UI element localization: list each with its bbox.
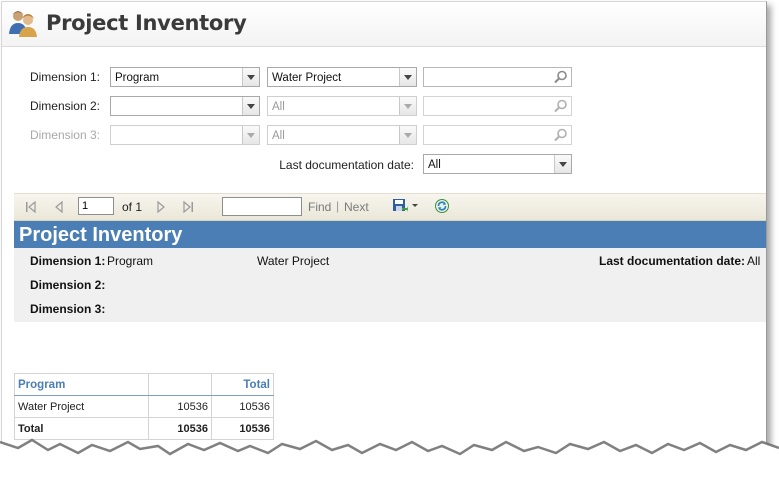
param-dimension1-sub-value: Water Project — [257, 254, 330, 268]
dimension2-label: Dimension 2: — [29, 99, 100, 113]
dimension3-lookup[interactable] — [423, 125, 572, 145]
table-cell: 10536 — [148, 395, 212, 418]
column-header-value — [148, 373, 212, 396]
export-save-icon[interactable] — [392, 198, 408, 214]
param-last-doc-date-value: All — [747, 254, 761, 268]
param-dimension2-label: Dimension 2: — [30, 278, 106, 292]
page-title: Project Inventory — [46, 11, 247, 35]
dimension2-select[interactable] — [110, 96, 260, 116]
last-doc-date-label: Last documentation date: — [279, 158, 414, 172]
dimension3-sub-select-value: All — [272, 130, 285, 142]
dimension3-sub-select[interactable]: All — [267, 125, 417, 145]
table-header-row: Program Total — [14, 373, 274, 396]
report-title-bar: Project Inventory — [14, 221, 766, 248]
find-link[interactable]: Find — [308, 200, 331, 214]
first-page-icon[interactable] — [24, 200, 38, 214]
param-dimension1-value: Program — [107, 254, 154, 268]
toolbar-separator: | — [336, 199, 340, 213]
table-cell: Water Project — [14, 395, 149, 418]
param-dimension1-label: Dimension 1: — [30, 254, 106, 268]
find-input[interactable] — [222, 197, 302, 216]
chevron-down-icon[interactable] — [242, 68, 259, 86]
find-next-link[interactable]: Next — [344, 200, 369, 214]
dimension1-sub-select[interactable]: Water Project — [267, 67, 417, 87]
column-header-total: Total — [211, 373, 274, 396]
chevron-down-icon[interactable] — [399, 68, 416, 86]
last-page-icon[interactable] — [181, 200, 195, 214]
table-cell: 10536 — [211, 395, 274, 418]
dimension2-lookup[interactable] — [423, 96, 572, 116]
last-doc-date-select[interactable]: All — [423, 154, 572, 174]
param-dimension3-label: Dimension 3: — [30, 302, 106, 316]
search-icon[interactable] — [553, 127, 569, 143]
dimension1-label: Dimension 1: — [29, 70, 100, 84]
refresh-icon[interactable] — [434, 198, 450, 214]
chevron-down-icon[interactable] — [242, 126, 259, 144]
previous-page-icon[interactable] — [52, 200, 66, 214]
last-doc-date-select-value: All — [428, 159, 441, 171]
dimension1-select-value: Program — [115, 72, 160, 84]
chevron-down-icon[interactable] — [242, 97, 259, 115]
search-icon[interactable] — [553, 98, 569, 114]
param-last-doc-date-label: Last documentation date: — [599, 254, 746, 268]
search-icon[interactable] — [553, 69, 569, 85]
dimension2-sub-select[interactable]: All — [267, 96, 417, 116]
page-count-label: of 1 — [122, 200, 143, 214]
dimension1-select[interactable]: Program — [110, 67, 260, 87]
column-header-program: Program — [14, 373, 149, 396]
dimension3-select[interactable] — [110, 125, 260, 145]
report-toolbar: of 1 Find | Next — [14, 193, 766, 221]
users-icon — [9, 11, 37, 37]
chevron-down-icon[interactable] — [554, 155, 571, 173]
page-number-input[interactable] — [78, 197, 114, 215]
report-title: Project Inventory — [19, 224, 183, 246]
report-parameters-panel: Dimension 1: Program Water Project Last … — [14, 248, 766, 322]
chevron-down-icon[interactable] — [399, 126, 416, 144]
torn-edge-decoration — [0, 438, 779, 486]
next-page-icon[interactable] — [154, 200, 168, 214]
dimension2-sub-select-value: All — [272, 101, 285, 113]
project-inventory-window: Project Inventory Dimension 1: Program W… — [1, 1, 767, 454]
table-row: Water Project 10536 10536 — [14, 395, 274, 418]
dimension3-label: Dimension 3: — [29, 128, 100, 142]
chevron-down-icon[interactable] — [399, 97, 416, 115]
dimension1-lookup[interactable] — [423, 67, 572, 87]
page-header: Project Inventory — [2, 2, 766, 47]
chevron-down-icon[interactable] — [411, 203, 419, 209]
dimension1-sub-select-value: Water Project — [272, 72, 342, 84]
